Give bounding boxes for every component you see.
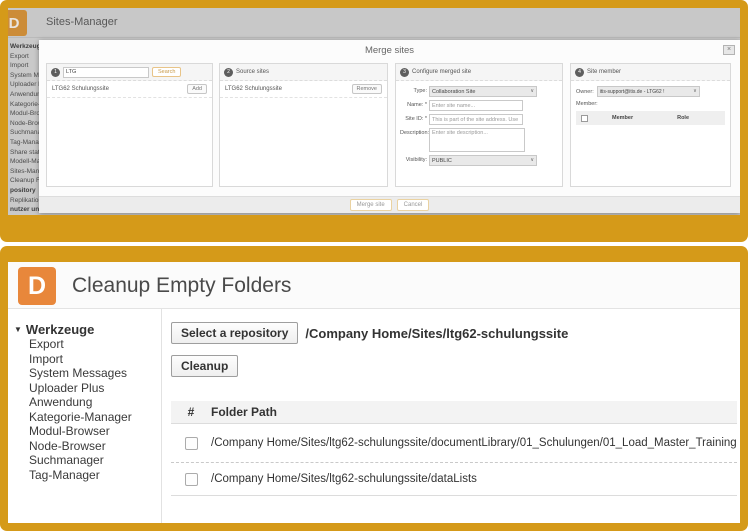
- folder-path-column-header: Folder Path: [211, 405, 277, 419]
- sidebar-item-modul-browser[interactable]: Modul-Browser: [29, 424, 161, 439]
- description-textarea[interactable]: Enter site description...: [429, 128, 525, 152]
- dialog-footer: Merge site Cancel: [39, 196, 740, 213]
- site-member-panel: 4 Site member Owner: itis-support@itis.d…: [570, 63, 731, 187]
- app-logo-icon: D: [18, 267, 56, 305]
- dialog-title: Merge sites: [39, 40, 740, 56]
- row-checkbox[interactable]: [185, 437, 198, 450]
- sidebar-item-anwendung[interactable]: Anwendung: [29, 395, 161, 410]
- site-search-input[interactable]: [63, 67, 149, 78]
- table-header-row: # Folder Path: [171, 401, 737, 424]
- sidebar-item-import[interactable]: Import: [29, 352, 161, 367]
- sidebar-item-system-messages[interactable]: System Messages: [29, 366, 161, 381]
- app-header: D Cleanup Empty Folders: [8, 262, 740, 309]
- sidebar-item-export[interactable]: Export: [29, 337, 161, 352]
- hash-column-header: #: [171, 405, 211, 419]
- repository-path: /Company Home/Sites/ltg62-schulungssite: [305, 326, 568, 341]
- owner-select[interactable]: itis-support@itis.de - LTG62 ! ∨: [597, 86, 700, 97]
- folder-path-cell: /Company Home/Sites/ltg62-schulungssite/…: [211, 437, 737, 449]
- add-button[interactable]: Add: [187, 84, 207, 94]
- chevron-down-icon: ∨: [530, 88, 534, 94]
- member-table-header: Member Role: [576, 111, 725, 125]
- source-site-label: LTG62 Schulungssite: [225, 86, 282, 92]
- visibility-value: PUBLIC: [432, 158, 452, 164]
- visibility-label: Visibility:: [400, 155, 427, 163]
- role-column-header: Role: [677, 115, 689, 121]
- folder-path-cell: /Company Home/Sites/ltg62-schulungssite/…: [211, 473, 477, 485]
- source-sites-panel: 2 Source sites LTG62 Schulungssite Remov…: [219, 63, 388, 187]
- table-row: /Company Home/Sites/ltg62-schulungssite/…: [171, 463, 737, 496]
- select-all-checkbox[interactable]: [581, 115, 588, 122]
- search-sites-panel: 1 Search LTG62 Schulungssite Add: [46, 63, 213, 187]
- merge-site-button[interactable]: Merge site: [350, 199, 392, 211]
- remove-button[interactable]: Remove: [352, 84, 382, 94]
- page-title: Sites-Manager: [46, 16, 118, 28]
- member-label: Member:: [576, 101, 598, 107]
- screenshot-stage: D Sites-Manager Werkzeug Export Import S…: [0, 0, 748, 531]
- cleanup-empty-folders-window: D Cleanup Empty Folders ▼ Werkzeuge Expo…: [8, 262, 740, 523]
- step-number-badge: 1: [51, 68, 60, 77]
- sidebar-item-tag-manager[interactable]: Tag-Manager: [29, 468, 161, 483]
- owner-label: Owner:: [576, 89, 594, 95]
- site-id-input[interactable]: [429, 114, 523, 125]
- page-title: Cleanup Empty Folders: [72, 274, 291, 298]
- sidebar-item-suchmanager[interactable]: Suchmanager: [29, 453, 161, 468]
- panel-title: Source sites: [236, 69, 269, 75]
- app-logo-icon: D: [8, 10, 27, 36]
- type-select[interactable]: Collaboration Site ∨: [429, 86, 537, 97]
- search-result-label: LTG62 Schulungssite: [52, 86, 109, 92]
- chevron-down-icon: ∨: [693, 88, 697, 94]
- select-repository-button[interactable]: Select a repository: [171, 322, 298, 344]
- step-number-badge: 4: [575, 68, 584, 77]
- visibility-select[interactable]: PUBLIC ∨: [429, 155, 537, 166]
- type-label: Type:: [400, 86, 427, 94]
- description-label: Description:: [400, 128, 427, 136]
- sidebar-item-kategorie-manager[interactable]: Kategorie-Manager: [29, 410, 161, 425]
- close-icon[interactable]: ×: [723, 45, 735, 55]
- search-button[interactable]: Search: [152, 67, 181, 77]
- triangle-down-icon: ▼: [14, 325, 22, 334]
- cancel-button[interactable]: Cancel: [397, 199, 430, 211]
- sites-manager-window: D Sites-Manager Werkzeug Export Import S…: [8, 8, 740, 215]
- main-content: Select a repository /Company Home/Sites/…: [163, 309, 740, 523]
- member-column-header: Member: [612, 115, 633, 121]
- name-label: Name: *: [400, 100, 427, 108]
- row-checkbox[interactable]: [185, 473, 198, 486]
- configure-site-panel: 3 Configure merged site Type: Collaborat…: [395, 63, 563, 187]
- site-name-input[interactable]: [429, 100, 523, 111]
- step-number-badge: 2: [224, 68, 233, 77]
- panel-title: Configure merged site: [412, 69, 471, 75]
- sidebar-section-label: Werkzeuge: [26, 322, 94, 337]
- table-row: /Company Home/Sites/ltg62-schulungssite/…: [171, 424, 737, 463]
- sidebar-nav: ▼ Werkzeuge Export Import System Message…: [8, 309, 162, 523]
- cleanup-button[interactable]: Cleanup: [171, 355, 238, 377]
- app-header: D Sites-Manager: [8, 8, 740, 38]
- owner-value: itis-support@itis.de - LTG62 !: [600, 89, 665, 95]
- site-id-label: Site ID: *: [400, 114, 427, 122]
- empty-folders-table: # Folder Path /Company Home/Sites/ltg62-…: [171, 401, 737, 496]
- sidebar-item-uploader-plus[interactable]: Uploader Plus: [29, 381, 161, 396]
- sidebar-section-werkzeuge[interactable]: ▼ Werkzeuge: [14, 322, 161, 337]
- panel-title: Site member: [587, 69, 621, 75]
- merge-sites-dialog: Merge sites × 1 Search LTG62 Schulungssi…: [39, 40, 740, 213]
- step-number-badge: 3: [400, 68, 409, 77]
- type-value: Collaboration Site: [432, 89, 475, 95]
- sidebar-item-node-browser[interactable]: Node-Browser: [29, 439, 161, 454]
- chevron-down-icon: ∨: [530, 157, 534, 163]
